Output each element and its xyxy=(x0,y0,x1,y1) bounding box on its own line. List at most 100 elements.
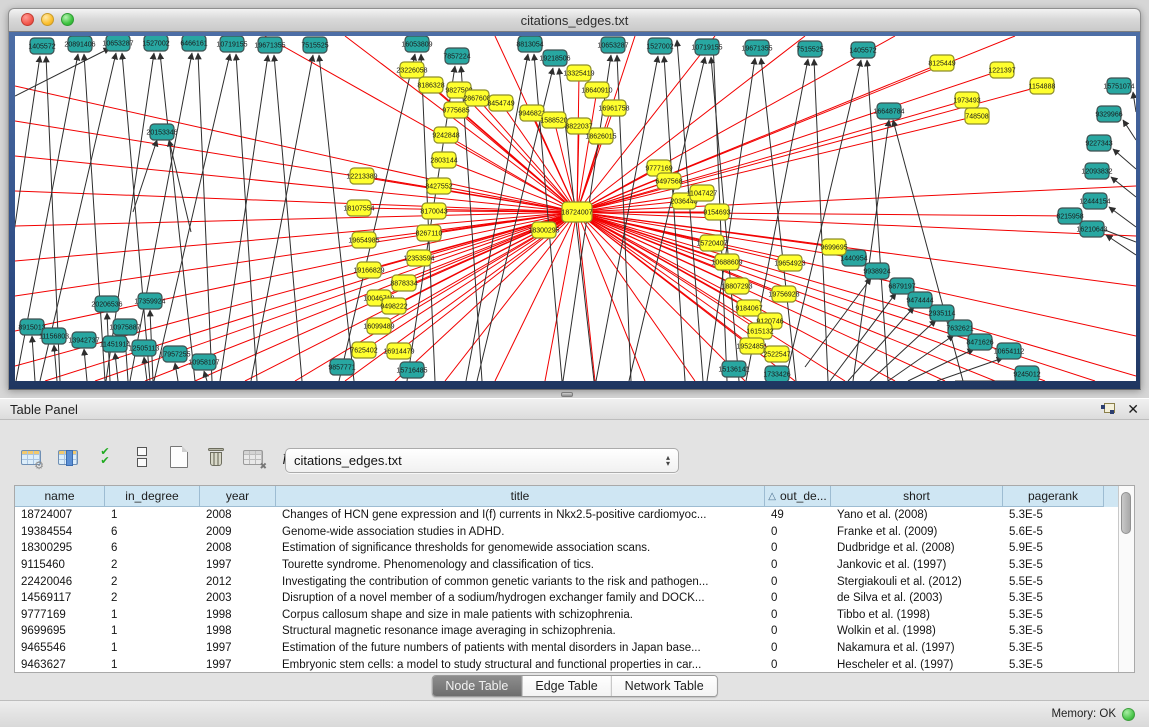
graph-node[interactable]: 10654112 xyxy=(994,343,1025,359)
graph-node[interactable]: 8170043 xyxy=(420,203,447,219)
graph-node[interactable]: 6466161 xyxy=(180,36,207,51)
graph-node[interactable]: 7632621 xyxy=(946,320,973,336)
graph-node[interactable]: 12353594 xyxy=(403,250,434,266)
table-row[interactable]: 2242004622012Investigating the contribut… xyxy=(15,573,1118,590)
column-header-title[interactable]: title xyxy=(276,486,765,507)
graph-node[interactable]: 19166829 xyxy=(353,262,384,278)
graph-node[interactable]: 8186328 xyxy=(417,77,444,93)
scrollbar-thumb[interactable] xyxy=(1121,492,1131,534)
graph-node[interactable]: 19218506 xyxy=(539,50,570,66)
graph-node[interactable]: 10719155 xyxy=(691,39,722,55)
graph-node[interactable]: 8125449 xyxy=(928,55,955,71)
tab-network-table[interactable]: Network Table xyxy=(612,676,717,696)
graph-node[interactable]: 8215958 xyxy=(1056,208,1083,224)
graph-node[interactable]: 7625402 xyxy=(350,342,377,358)
graph-node[interactable]: 20206536 xyxy=(91,296,122,312)
graph-node[interactable]: 1154888 xyxy=(1029,78,1056,94)
graph-node[interactable]: 20891406 xyxy=(64,36,95,52)
window-titlebar[interactable]: citations_edges.txt xyxy=(8,8,1141,32)
graph-node[interactable]: 13942737 xyxy=(68,332,99,348)
graph-node[interactable]: 8427552 xyxy=(425,178,452,194)
table-vertical-scrollbar[interactable] xyxy=(1118,486,1134,672)
float-panel-icon[interactable] xyxy=(1101,403,1115,415)
graph-node[interactable]: 11156803 xyxy=(39,328,69,344)
graph-node[interactable]: 9699695 xyxy=(820,239,847,255)
graph-node[interactable]: 748508 xyxy=(965,108,989,124)
graph-node[interactable]: 15720407 xyxy=(696,235,727,251)
zoom-window-button[interactable] xyxy=(61,13,74,26)
graph-node[interactable]: 9938924 xyxy=(863,263,890,279)
graph-node[interactable]: 9184067 xyxy=(735,300,762,316)
graph-node[interactable]: 10719155 xyxy=(216,36,247,52)
graph-node[interactable]: 8267110 xyxy=(416,225,443,241)
graph-node[interactable]: 19654923 xyxy=(774,255,805,271)
graph-node[interactable]: 10653287 xyxy=(102,36,133,51)
graph-node[interactable]: 18626015 xyxy=(585,128,616,144)
tab-edge-table[interactable]: Edge Table xyxy=(522,676,611,696)
show-columns-icon[interactable] xyxy=(55,444,81,470)
table-row[interactable]: 946554611997Estimation of the future num… xyxy=(15,640,1118,657)
graph-node[interactable]: 19654985 xyxy=(348,232,379,248)
graph-node[interactable]: 10653287 xyxy=(597,37,628,53)
tab-node-table[interactable]: Node Table xyxy=(432,676,522,696)
graph-node[interactable]: 9474444 xyxy=(906,292,933,308)
graph-node[interactable]: 18300295 xyxy=(528,222,559,238)
graph-node[interactable]: 9329966 xyxy=(1095,106,1122,122)
graph-node[interactable]: 15751074 xyxy=(1103,78,1134,94)
graph-node[interactable]: 1615132 xyxy=(746,323,773,339)
graph-node[interactable]: 10958107 xyxy=(188,354,219,370)
graph-node[interactable]: 17957255 xyxy=(159,346,190,362)
graph-node[interactable]: 19671355 xyxy=(254,37,285,53)
column-header-short[interactable]: short xyxy=(831,486,1003,507)
graph-node[interactable]: 15716485 xyxy=(396,362,427,378)
graph-node[interactable]: 9242848 xyxy=(432,127,459,143)
graph-node[interactable]: 8454749 xyxy=(487,95,514,111)
graph-node[interactable]: 9245012 xyxy=(1013,366,1040,381)
graph-node[interactable]: 12505113 xyxy=(129,340,160,356)
graph-node[interactable]: 20153346 xyxy=(146,124,177,140)
table-row[interactable]: 969969511998Structural magnetic resonanc… xyxy=(15,623,1118,640)
graph-node[interactable]: 19756928 xyxy=(768,286,799,302)
graph-node[interactable]: 6497568 xyxy=(655,173,682,189)
close-panel-icon[interactable]: ✕ xyxy=(1127,402,1139,416)
graph-node[interactable]: 15136141 xyxy=(718,361,749,377)
table-row[interactable]: 1872400712008Changes of HCN gene express… xyxy=(15,507,1118,524)
graph-node[interactable]: 7515525 xyxy=(796,41,823,57)
graph-node[interactable]: 1527002 xyxy=(142,36,169,51)
table-row[interactable]: 1938455462009Genome-wide association stu… xyxy=(15,524,1118,541)
graph-node[interactable]: 8471626 xyxy=(966,334,993,350)
close-window-button[interactable] xyxy=(21,13,34,26)
delete-table-icon[interactable] xyxy=(203,444,229,470)
graph-node[interactable]: 12093832 xyxy=(1081,163,1112,179)
graph-node[interactable]: 1405572 xyxy=(28,38,55,54)
graph-node[interactable]: 9498222 xyxy=(380,298,407,314)
graph-node[interactable]: 13325419 xyxy=(563,65,594,81)
graph-node[interactable]: 16210643 xyxy=(1076,221,1107,237)
select-all-columns-icon[interactable]: ✔✔ xyxy=(92,444,118,470)
table-row[interactable]: 911546021997Tourette syndrome. Phenomeno… xyxy=(15,557,1118,574)
column-header-pagerank[interactable]: pagerank xyxy=(1003,486,1104,507)
graph-node[interactable]: 18724007 xyxy=(561,202,592,222)
table-row[interactable]: 1830029562008Estimation of significance … xyxy=(15,540,1118,557)
graph-node[interactable]: 19671355 xyxy=(741,40,772,56)
graph-node[interactable]: 18807293 xyxy=(721,278,752,294)
destroy-table-icon[interactable]: ✖ xyxy=(240,444,266,470)
table-row[interactable]: 977716911998Corpus callosum shape and si… xyxy=(15,607,1118,624)
graph-node[interactable]: 17359924 xyxy=(134,293,165,309)
graph-node[interactable]: 8878334 xyxy=(390,275,417,291)
column-header-out_de[interactable]: △out_de... xyxy=(765,486,831,507)
column-header-name[interactable]: name xyxy=(15,486,105,507)
graph-node[interactable]: 1733426 xyxy=(763,366,790,381)
graph-node[interactable]: 11047427 xyxy=(687,185,718,201)
table-row[interactable]: 1456911722003Disruption of a novel membe… xyxy=(15,590,1118,607)
graph-node[interactable]: 9857771 xyxy=(328,359,355,375)
graph-node[interactable]: 16914479 xyxy=(383,343,414,359)
graph-node[interactable]: 7515525 xyxy=(301,37,328,53)
row-selector-icon[interactable] xyxy=(129,444,155,470)
graph-node[interactable]: 7857224 xyxy=(443,48,470,64)
graph-node[interactable]: 2935114 xyxy=(929,305,956,321)
graph-node[interactable]: 9227343 xyxy=(1085,135,1112,151)
graph-node[interactable]: 23226058 xyxy=(396,62,427,78)
table-row[interactable]: 946362711997Embryonic stem cells: a mode… xyxy=(15,656,1118,672)
graph-node[interactable]: 12444154 xyxy=(1079,193,1110,209)
